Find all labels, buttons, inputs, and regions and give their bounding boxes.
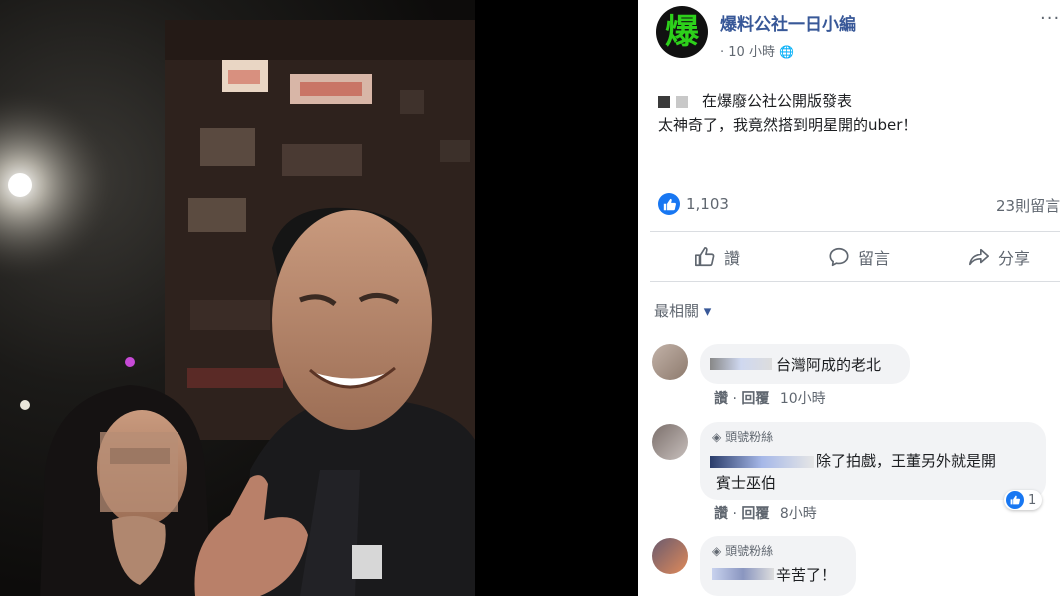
like-button-label: 讚 xyxy=(724,249,741,268)
more-options-icon[interactable]: ··· xyxy=(1040,8,1060,29)
post-body: 太神奇了，我竟然搭到明星開的uber！ xyxy=(658,116,918,134)
comment-bubble: 台灣阿成的老北 xyxy=(700,344,910,384)
page-avatar-logo: 爆 xyxy=(665,12,699,52)
comment-like-link[interactable]: 讚 xyxy=(714,391,728,407)
thumbs-up-icon xyxy=(695,247,715,267)
comment-text: 辛苦了！ xyxy=(776,566,837,584)
comment-actions: 讚 · 回覆 10小時 xyxy=(714,388,826,408)
page-avatar[interactable]: 爆 xyxy=(656,6,708,58)
post-timestamp[interactable]: · 10 小時 🌐 xyxy=(720,41,794,60)
like-reaction-icon xyxy=(1006,491,1024,509)
comment-count[interactable]: 23則留言 xyxy=(996,195,1060,216)
comment-button-label: 留言 xyxy=(858,249,891,268)
comment-like-link[interactable]: 讚 xyxy=(714,506,728,522)
black-margin xyxy=(475,0,638,596)
comment-time[interactable]: 8小時 xyxy=(780,506,817,522)
comment-text-line2: 賓士巫伯 xyxy=(716,474,777,492)
commenter-avatar[interactable] xyxy=(652,344,688,380)
like-reaction-icon[interactable] xyxy=(658,193,680,215)
sort-label: 最相關 xyxy=(654,302,700,320)
comment-actions: 讚 · 回覆 8小時 xyxy=(714,503,817,523)
comment-reply-link[interactable]: 回覆 xyxy=(741,391,769,407)
comment-time[interactable]: 10小時 xyxy=(780,391,826,407)
comment-sort-dropdown[interactable]: 最相關 ▾ xyxy=(654,300,711,321)
divider xyxy=(650,231,1060,232)
facebook-post: 爆 爆料公社一日小編 · 10 小時 🌐 ··· 在爆廢公社公開版發表 太神奇了… xyxy=(638,0,1060,596)
share-arrow-icon xyxy=(969,248,989,266)
comment-reply-link[interactable]: 回覆 xyxy=(741,506,769,522)
privacy-globe-icon: 🌐 xyxy=(779,45,795,59)
comment-text: 台灣阿成的老北 xyxy=(776,356,882,374)
post-shared-from: 在爆廢公社公開版發表 xyxy=(658,90,852,111)
meta-separator: · xyxy=(732,391,737,407)
share-button[interactable]: 分享 xyxy=(968,243,1030,271)
comment-text-line1: 除了拍戲，王董另外就是開 xyxy=(816,452,997,470)
page-name[interactable]: 爆料公社一日小編 xyxy=(720,10,856,35)
caret-down-icon: ▾ xyxy=(703,302,712,320)
meta-separator: · xyxy=(732,506,737,522)
commenter-avatar[interactable] xyxy=(652,538,688,574)
selfie-photo-drawing xyxy=(0,20,475,596)
commenter-avatar[interactable] xyxy=(652,424,688,460)
comment-reaction-count: 1 xyxy=(1028,492,1037,508)
like-button[interactable]: 讚 xyxy=(694,243,740,271)
comment-bubble-icon xyxy=(829,247,849,267)
blurred-username-b xyxy=(676,95,688,108)
top-fan-label: 頭號粉絲 xyxy=(725,430,774,444)
share-button-label: 分享 xyxy=(998,249,1031,268)
post-line1-text: 在爆廢公社公開版發表 xyxy=(702,92,853,110)
top-fan-badge: ◈ 頭號粉絲 xyxy=(712,428,773,445)
like-count[interactable]: 1,103 xyxy=(686,195,729,213)
comment-button[interactable]: 留言 xyxy=(828,243,890,271)
diamond-icon: ◈ xyxy=(712,544,722,558)
divider xyxy=(650,281,1060,282)
comment-bubble: ◈ 頭號粉絲 辛苦了！ xyxy=(700,536,856,596)
comment-bubble: ◈ 頭號粉絲 除了拍戲，王董另外就是開 賓士巫伯 xyxy=(700,422,1046,500)
top-fan-badge: ◈ 頭號粉絲 xyxy=(712,542,773,559)
blurred-username xyxy=(658,95,670,108)
post-time-text: 10 小時 xyxy=(728,45,775,60)
diamond-icon: ◈ xyxy=(712,430,722,444)
comment-reactions[interactable]: 1 xyxy=(1004,490,1043,510)
top-fan-label: 頭號粉絲 xyxy=(725,544,774,558)
blurred-commenter-name xyxy=(712,568,774,580)
selfie-photo[interactable] xyxy=(0,0,475,596)
blurred-commenter-name xyxy=(710,358,772,370)
blurred-commenter-name xyxy=(710,456,814,468)
